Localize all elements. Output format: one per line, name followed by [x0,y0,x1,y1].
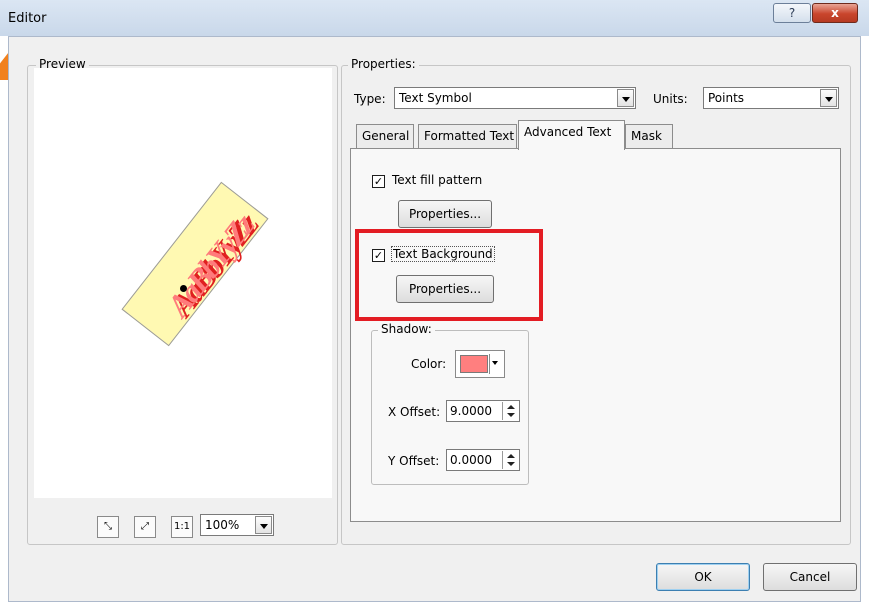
zoom-fit-width-button[interactable]: ⤡ [97,516,119,538]
fill-pattern-properties-button[interactable]: Properties... [398,200,492,228]
units-select[interactable]: Points [703,87,839,109]
x-offset-spinner[interactable] [502,402,518,420]
zoom-actual-size-button[interactable]: 1:1 [171,516,193,538]
y-offset-value: 0.0000 [450,453,492,467]
text-fill-pattern-label: Text fill pattern [392,173,483,187]
help-button[interactable]: ? [773,3,811,23]
x-offset-input[interactable]: 9.0000 [446,400,520,422]
text-background-label: Text Background [391,246,495,262]
text-fill-pattern-checkbox[interactable]: ✓ [372,175,385,188]
y-offset-spinner[interactable] [502,451,518,469]
type-label: Type: [354,92,386,106]
y-offset-label: Y Offset: [388,454,440,468]
zoom-fit-page-icon: ⤢ [141,521,149,532]
x-offset-label: X Offset: [388,405,441,419]
symbol-anchor-point [180,285,187,292]
ok-button[interactable]: OK [656,563,750,591]
shadow-group-label: Shadow: [378,322,435,336]
preview-canvas: AaBbYyZz [34,68,332,498]
type-value: Text Symbol [399,91,472,105]
chevron-down-icon[interactable] [255,516,272,534]
tab-general[interactable]: General [356,124,414,148]
text-background-checkbox[interactable]: ✓ [372,249,385,262]
properties-group-label: Properties: [348,57,419,71]
title-bar: Editor ? x [0,0,869,36]
color-button-divider [489,354,490,374]
units-value: Points [708,91,745,105]
chevron-down-icon[interactable] [820,89,837,107]
units-label: Units: [653,92,688,106]
close-button[interactable]: x [812,3,858,23]
zoom-actual-size-icon: 1:1 [173,521,191,532]
chevron-down-icon[interactable] [617,89,634,107]
zoom-level-value: 100% [205,518,240,532]
zoom-fit-width-icon: ⤡ [104,521,112,532]
x-offset-value: 9.0000 [450,404,492,418]
type-select[interactable]: Text Symbol [394,87,636,109]
chevron-down-icon [492,361,498,365]
tab-mask[interactable]: Mask [625,124,673,148]
shadow-color-swatch [460,355,488,373]
background-properties-button[interactable]: Properties... [396,275,494,303]
tab-advanced-text[interactable]: Advanced Text [518,120,625,150]
window-title: Editor [8,11,47,26]
zoom-level-select[interactable]: 100% [200,514,274,536]
tab-formatted-text[interactable]: Formatted Text [418,124,517,148]
y-offset-input[interactable]: 0.0000 [446,449,520,471]
zoom-fit-page-button[interactable]: ⤢ [134,516,156,538]
shadow-color-label: Color: [411,357,447,371]
cancel-button[interactable]: Cancel [763,563,857,591]
editor-dialog: Editor ? x Preview AaBbYyZz ⤡ ⤢ 1:1 100%… [0,0,869,610]
shadow-color-button[interactable] [455,350,505,378]
